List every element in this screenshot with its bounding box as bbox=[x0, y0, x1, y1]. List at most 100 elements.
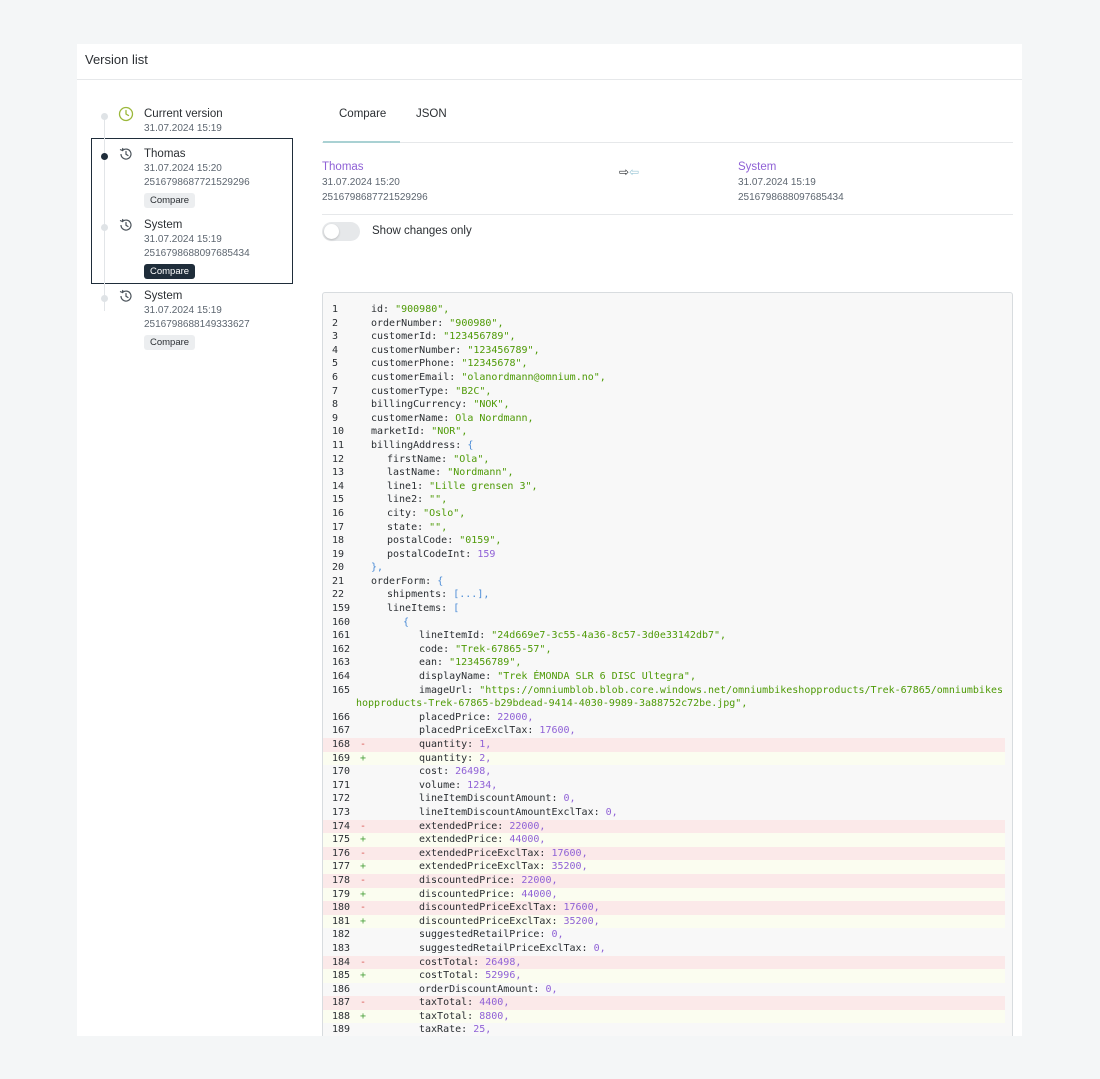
compare-left-version: Thomas 31.07.2024 15:20 2516798687721529… bbox=[322, 159, 428, 205]
diff-marker: + bbox=[360, 861, 367, 873]
code-line: 165 imageUrl: "https://omniumblob.blob.co… bbox=[323, 684, 1005, 711]
code-content: costTotal: 26498, bbox=[419, 956, 522, 968]
version-item-thomas[interactable]: Thomas 31.07.2024 15:20 2516798687721529… bbox=[91, 146, 295, 217]
arrow-left-icon[interactable]: ⇦ bbox=[629, 165, 639, 179]
code-content: billingAddress: { bbox=[371, 439, 474, 451]
code-content: customerId: "123456789", bbox=[371, 331, 516, 343]
code-content: shipments: [...], bbox=[387, 589, 490, 601]
version-item-current[interactable]: Current version 31.07.2024 15:19 bbox=[91, 106, 295, 146]
history-icon bbox=[118, 288, 134, 304]
toggle-knob bbox=[324, 224, 339, 239]
diff-marker: + bbox=[360, 970, 367, 982]
code-line: 13 lastName: "Nordmann", bbox=[323, 466, 1005, 480]
compare-area: Compare JSON Thomas 31.07.2024 15:20 251… bbox=[322, 98, 1013, 1036]
code-content: taxTotal: 4400, bbox=[419, 997, 510, 1009]
line-number: 8 bbox=[332, 399, 339, 411]
code-content: cost: 26498, bbox=[419, 766, 492, 778]
line-number: 162 bbox=[332, 643, 351, 655]
code-content: lineItemId: "24d669e7-3c55-4a36-8c57-3d0… bbox=[419, 630, 727, 642]
code-content: extendedPriceExclTax: 35200, bbox=[419, 861, 588, 873]
line-number: 20 bbox=[332, 562, 345, 574]
code-content: city: "Oslo", bbox=[387, 507, 466, 519]
code-content: extendedPrice: 44000, bbox=[419, 834, 546, 846]
line-number: 2 bbox=[332, 317, 339, 329]
code-line-removed: 176- extendedPriceExclTax: 17600, bbox=[323, 846, 1005, 861]
code-content: extendedPrice: 22000, bbox=[419, 820, 546, 832]
line-number: 188 bbox=[332, 1010, 351, 1022]
code-content: orderForm: { bbox=[371, 575, 444, 587]
version-id: 2516798688149333627 bbox=[144, 319, 250, 330]
line-number: 178 bbox=[332, 874, 351, 886]
code-line: 6 customerEmail: "olanordmann@omnium.no", bbox=[323, 371, 1005, 385]
version-id: 2516798687721529296 bbox=[144, 177, 250, 188]
code-content: discountedPriceExclTax: 35200, bbox=[419, 915, 600, 927]
compare-button-selected[interactable]: Compare bbox=[144, 264, 196, 279]
line-number: 160 bbox=[332, 616, 351, 628]
code-line-added: 169 + quantity: 2, bbox=[323, 751, 1005, 766]
version-item-system-1[interactable]: System 31.07.2024 15:19 2516798688097685… bbox=[91, 217, 295, 288]
version-date: 31.07.2024 15:19 bbox=[144, 234, 222, 245]
line-number: 179 bbox=[332, 888, 351, 900]
code-line: 18 postalCode: "0159", bbox=[323, 534, 1005, 548]
code-content: id: "900980", bbox=[371, 304, 450, 315]
show-changes-toggle[interactable] bbox=[322, 222, 360, 241]
arrow-right-icon[interactable]: ⇨ bbox=[619, 165, 629, 179]
diff-marker: - bbox=[360, 820, 367, 832]
line-number: 185 bbox=[332, 970, 351, 982]
code-line-added: 175 + extendedPrice: 44000, bbox=[323, 833, 1005, 847]
code-line-removed: 184- costTotal: 26498, bbox=[323, 955, 1005, 970]
code-content: firstName: "Ola", bbox=[387, 453, 490, 465]
code-line-removed: 180- discountedPriceExclTax: 17600, bbox=[323, 901, 1005, 915]
timeline-dot bbox=[101, 113, 108, 120]
line-number: 170 bbox=[332, 766, 351, 778]
code-content: quantity: 1, bbox=[419, 739, 492, 750]
right-version-date: 31.07.2024 15:19 bbox=[738, 177, 816, 188]
code-line: 164 displayName: "Trek ÉMONDA SLR 6 DISC … bbox=[323, 670, 1005, 684]
code-content: suggestedRetailPriceExclTax: 0, bbox=[419, 942, 606, 954]
line-number: 9 bbox=[332, 412, 339, 424]
diff-marker: + bbox=[360, 834, 367, 846]
left-version-date: 31.07.2024 15:20 bbox=[322, 177, 400, 188]
diff-marker: - bbox=[360, 739, 367, 750]
diff-marker: - bbox=[360, 847, 367, 859]
code-content: taxRate: 25, bbox=[419, 1024, 492, 1036]
code-line: 166 placedPrice: 22000, bbox=[323, 711, 1005, 725]
line-number: 7 bbox=[332, 385, 339, 397]
version-item-system-2[interactable]: System 31.07.2024 15:19 2516798688149333… bbox=[91, 288, 295, 359]
compare-right-version: System 31.07.2024 15:19 2516798688097685… bbox=[738, 159, 844, 205]
line-number: 182 bbox=[332, 929, 351, 941]
code-line-added: 179 + discountedPrice: 44000, bbox=[323, 887, 1005, 902]
timeline-dot bbox=[101, 224, 108, 231]
code-content: suggestedRetailPrice: 0, bbox=[419, 929, 564, 941]
version-date: 31.07.2024 15:19 bbox=[144, 123, 222, 134]
code-line: 12 firstName: "Ola", bbox=[323, 453, 1005, 467]
panel-title: Version list bbox=[77, 44, 1022, 80]
version-name: System bbox=[144, 219, 183, 231]
diff-code-view[interactable]: 1 id: "900980", 2 orderNumber: "900980", 3 cu… bbox=[322, 292, 1013, 1036]
line-number: 175 bbox=[332, 834, 351, 846]
code-line: 11 billingAddress: { bbox=[323, 439, 1005, 453]
code-content: discountedPrice: 44000, bbox=[419, 888, 558, 900]
line-number: 187 bbox=[332, 997, 351, 1009]
code-line: 159 lineItems: [ bbox=[323, 602, 1005, 616]
line-number: 10 bbox=[332, 426, 345, 438]
tab-bar: Compare JSON bbox=[322, 98, 1013, 143]
code-content: discountedPrice: 22000, bbox=[419, 874, 558, 886]
compare-button[interactable]: Compare bbox=[144, 193, 196, 208]
code-line: 160 { bbox=[323, 616, 1005, 630]
compare-button[interactable]: Compare bbox=[144, 335, 196, 350]
code-line-added: 181 + discountedPriceExclTax: 35200, bbox=[323, 914, 1005, 929]
right-version-name: System bbox=[738, 161, 777, 173]
code-content: discountedPriceExclTax: 17600, bbox=[419, 902, 600, 914]
code-line: 170 cost: 26498, bbox=[323, 765, 1005, 779]
version-name: System bbox=[144, 290, 183, 302]
code-content: customerEmail: "olanordmann@omnium.no", bbox=[371, 371, 606, 383]
tab-compare[interactable]: Compare bbox=[339, 108, 386, 120]
code-line: 22 shipments: [...], bbox=[323, 588, 1005, 602]
code-line: 167 placedPriceExclTax: 17600, bbox=[323, 724, 1005, 738]
diff-marker: - bbox=[360, 956, 367, 968]
swap-arrows[interactable]: ⇨⇦ bbox=[619, 165, 639, 179]
code-line: 20}, bbox=[323, 561, 1005, 575]
tab-json[interactable]: JSON bbox=[416, 108, 447, 120]
line-number: 186 bbox=[332, 983, 351, 995]
